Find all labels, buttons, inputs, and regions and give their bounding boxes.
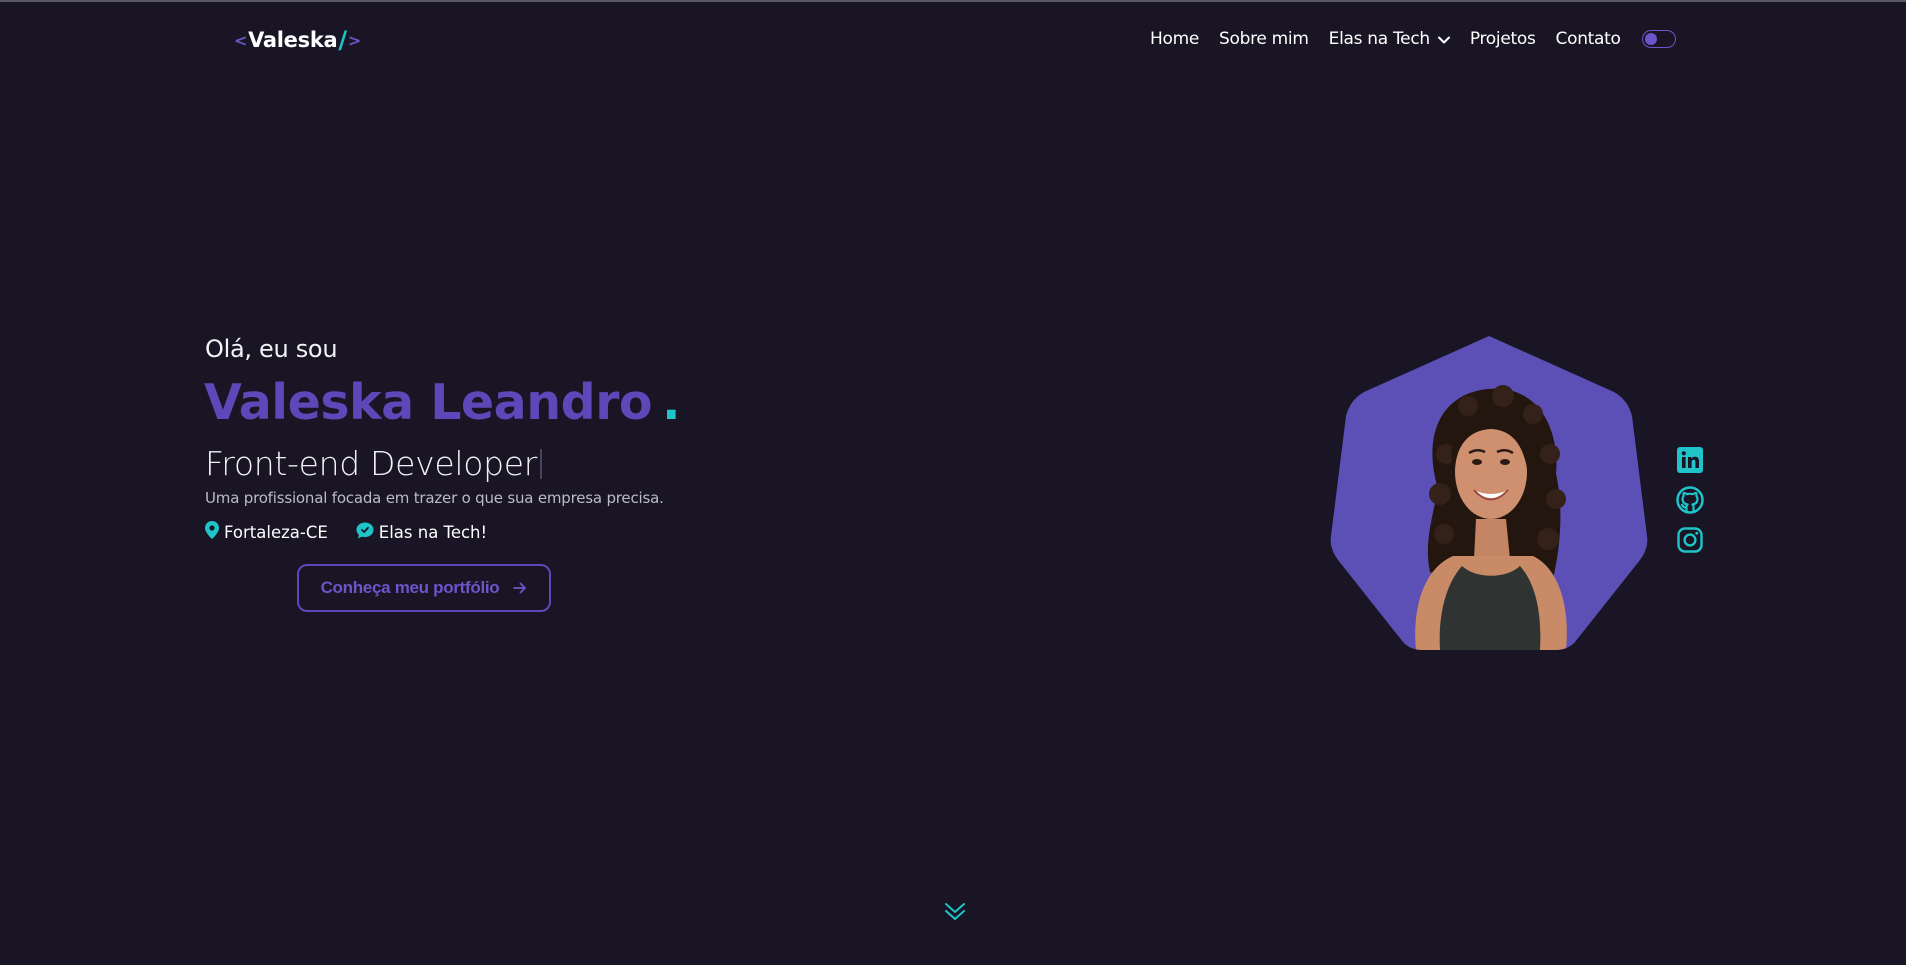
window-top-border xyxy=(0,0,1906,2)
hero-name-dot: . xyxy=(662,374,681,431)
hero-name-text: Valeska Leandro xyxy=(204,374,653,431)
nav-contato[interactable]: Contato xyxy=(1556,29,1621,49)
nav-sobre-mim[interactable]: Sobre mim xyxy=(1219,29,1309,49)
nav-elas-na-tech[interactable]: Elas na Tech xyxy=(1329,29,1450,49)
linkedin-icon[interactable] xyxy=(1676,446,1704,474)
hero-tagline: Uma profissional focada em trazer o que … xyxy=(205,489,664,507)
portfolio-button[interactable]: Conheça meu portfólio xyxy=(297,564,551,612)
community-item: Elas na Tech! xyxy=(356,522,487,543)
nav-home[interactable]: Home xyxy=(1150,29,1199,49)
scroll-down-icon[interactable] xyxy=(943,900,967,924)
social-links xyxy=(1676,446,1704,566)
logo-right-bracket: > xyxy=(347,30,361,50)
hero-name: Valeska Leandro. xyxy=(204,374,681,431)
location-text: Fortaleza-CE xyxy=(224,522,328,542)
nav-home-label: Home xyxy=(1150,29,1200,49)
logo-name: Valeska xyxy=(248,28,338,52)
logo-slash: / xyxy=(338,26,347,54)
portfolio-button-label: Conheça meu portfólio xyxy=(320,578,500,597)
site-logo[interactable]: < Valeska / > xyxy=(234,26,361,54)
location-pin-icon xyxy=(205,521,224,543)
chevron-down-icon xyxy=(1437,29,1450,49)
hero-greeting: Olá, eu sou xyxy=(205,335,338,363)
main-nav: Home Sobre mim Elas na Tech Projetos Con… xyxy=(1150,26,1641,52)
logo-left-bracket: < xyxy=(234,30,248,50)
arrow-right-icon xyxy=(513,582,527,594)
nav-projetos-label: Projetos xyxy=(1469,29,1536,49)
nav-contato-label: Contato xyxy=(1555,29,1621,49)
hero-role-text: Front-end Developer xyxy=(205,444,538,483)
theme-toggle[interactable] xyxy=(1642,30,1676,48)
github-icon[interactable] xyxy=(1676,486,1704,514)
instagram-icon[interactable] xyxy=(1676,526,1704,554)
nav-sobre-mim-label: Sobre mim xyxy=(1219,29,1309,49)
hero-role: Front-end Developer xyxy=(205,444,543,483)
theme-toggle-knob xyxy=(1645,32,1657,45)
hero-meta: Fortaleza-CE Elas na Tech! xyxy=(205,521,515,543)
nav-projetos[interactable]: Projetos xyxy=(1470,29,1536,49)
chat-bubble-icon xyxy=(356,522,379,543)
profile-photo xyxy=(1328,334,1650,650)
location-item: Fortaleza-CE xyxy=(205,521,328,543)
nav-elas-na-tech-label: Elas na Tech xyxy=(1328,29,1431,49)
typing-caret xyxy=(540,448,543,479)
community-text: Elas na Tech! xyxy=(378,522,488,542)
